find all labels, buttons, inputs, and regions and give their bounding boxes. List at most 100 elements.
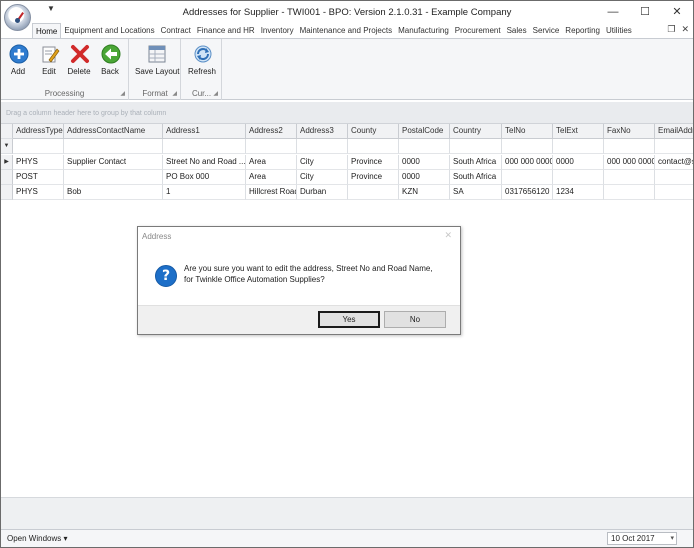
tab-inventory[interactable]: Inventory <box>258 23 297 39</box>
table-cell[interactable] <box>604 185 655 200</box>
mdi-close-button[interactable]: ✕ <box>681 24 689 35</box>
tab-manufacturing[interactable]: Manufacturing <box>395 23 452 39</box>
ribbon-group-format: Save Layout Format ◢ <box>130 39 181 100</box>
tab-contract[interactable]: Contract <box>158 23 194 39</box>
table-cell[interactable]: SA <box>450 185 502 200</box>
filter-cell[interactable] <box>348 139 399 154</box>
column-header-county[interactable]: County <box>348 124 399 139</box>
filter-cell[interactable] <box>655 139 693 154</box>
table-cell[interactable]: 000 000 0000 <box>604 155 655 170</box>
table-cell[interactable]: POST <box>13 170 64 185</box>
column-header-telext[interactable]: TelExt <box>553 124 604 139</box>
filter-icon[interactable]: ▼ <box>1 139 13 154</box>
table-cell[interactable]: South Africa <box>450 155 502 170</box>
table-cell[interactable]: Bob <box>64 185 163 200</box>
table-cell[interactable] <box>604 170 655 185</box>
tab-maintenance-and-projects[interactable]: Maintenance and Projects <box>297 23 396 39</box>
table-cell[interactable]: South Africa <box>450 170 502 185</box>
mdi-restore-button[interactable]: ❐ <box>667 24 675 35</box>
table-cell[interactable]: Durban <box>297 185 348 200</box>
processing-launcher-icon[interactable]: ◢ <box>120 90 125 97</box>
filter-cell[interactable] <box>13 139 64 154</box>
table-cell[interactable]: Supplier Contact <box>64 155 163 170</box>
filter-cell[interactable] <box>246 139 297 154</box>
table-cell[interactable]: Province <box>348 170 399 185</box>
filter-cell[interactable] <box>64 139 163 154</box>
table-cell[interactable]: 0000 <box>553 155 604 170</box>
table-cell[interactable]: contact@s <box>655 155 693 170</box>
column-header-address3[interactable]: Address3 <box>297 124 348 139</box>
close-window-button[interactable]: ✕ <box>665 3 689 21</box>
filter-cell[interactable] <box>450 139 502 154</box>
table-cell[interactable]: 0000 <box>399 155 450 170</box>
table-cell[interactable]: City <box>297 170 348 185</box>
app-logo-icon[interactable] <box>4 4 31 31</box>
date-picker[interactable]: 10 Oct 2017 ▾ <box>607 532 677 545</box>
table-row[interactable]: POST PO Box 000 Area City Province 0000 … <box>1 170 693 185</box>
tab-equipment-and-locations[interactable]: Equipment and Locations <box>61 23 157 39</box>
table-row[interactable]: ▶ PHYS Supplier Contact Street No and Ro… <box>1 155 693 170</box>
table-cell[interactable]: 000 000 0000 <box>502 155 553 170</box>
save-layout-label: Save Layout <box>135 67 180 76</box>
column-header-telno[interactable]: TelNo <box>502 124 553 139</box>
table-cell[interactable]: KZN <box>399 185 450 200</box>
column-header-addresstype[interactable]: AddressType <box>13 124 64 139</box>
table-cell[interactable] <box>553 170 604 185</box>
table-cell[interactable] <box>64 170 163 185</box>
filter-cell[interactable] <box>163 139 246 154</box>
table-cell[interactable]: Area <box>246 155 297 170</box>
refresh-button[interactable]: Refresh <box>187 41 217 79</box>
tab-procurement[interactable]: Procurement <box>452 23 504 39</box>
minimize-button[interactable]: — <box>601 3 625 21</box>
tab-reporting[interactable]: Reporting <box>562 23 603 39</box>
ribbon-group-current: Refresh Cur... ◢ <box>182 39 222 100</box>
tab-home[interactable]: Home <box>32 23 62 39</box>
table-cell[interactable]: City <box>297 155 348 170</box>
table-cell[interactable]: 1234 <box>553 185 604 200</box>
grid-filter-row: ▼ <box>1 139 693 154</box>
open-windows-button[interactable]: Open Windows ▾ <box>7 534 67 543</box>
tab-service[interactable]: Service <box>530 23 563 39</box>
save-layout-button[interactable]: Save Layout <box>135 41 179 79</box>
table-cell[interactable] <box>655 185 693 200</box>
table-cell[interactable]: Street No and Road ... <box>163 155 246 170</box>
table-row[interactable]: PHYS Bob 1 Hillcrest Road Durban KZN SA … <box>1 185 693 200</box>
table-cell[interactable]: Hillcrest Road <box>246 185 297 200</box>
table-cell[interactable]: Area <box>246 170 297 185</box>
column-header-faxno[interactable]: FaxNo <box>604 124 655 139</box>
column-header-emailaddress[interactable]: EmailAddress <box>655 124 693 139</box>
chevron-down-icon[interactable]: ▾ <box>670 533 674 545</box>
filter-cell[interactable] <box>502 139 553 154</box>
column-header-postalcode[interactable]: PostalCode <box>399 124 450 139</box>
table-cell[interactable]: PHYS <box>13 155 64 170</box>
table-cell[interactable]: 0317656120 <box>502 185 553 200</box>
maximize-button[interactable]: ☐ <box>633 3 657 21</box>
table-cell[interactable]: PHYS <box>13 185 64 200</box>
row-header <box>1 170 13 185</box>
table-cell[interactable]: PO Box 000 <box>163 170 246 185</box>
yes-button[interactable]: Yes <box>318 311 380 328</box>
column-header-address1[interactable]: Address1 <box>163 124 246 139</box>
table-cell[interactable]: 1 <box>163 185 246 200</box>
column-header-address2[interactable]: Address2 <box>246 124 297 139</box>
tab-finance-and-hr[interactable]: Finance and HR <box>194 23 258 39</box>
table-cell[interactable] <box>502 170 553 185</box>
back-button[interactable]: Back <box>95 41 125 79</box>
column-header-addresscontactname[interactable]: AddressContactName <box>64 124 163 139</box>
filter-cell[interactable] <box>399 139 450 154</box>
tab-utilities[interactable]: Utilities <box>603 23 635 39</box>
table-cell[interactable]: Province <box>348 155 399 170</box>
format-launcher-icon[interactable]: ◢ <box>172 90 177 97</box>
filter-cell[interactable] <box>297 139 348 154</box>
current-launcher-icon[interactable]: ◢ <box>213 90 218 97</box>
tab-sales[interactable]: Sales <box>504 23 530 39</box>
table-cell[interactable] <box>348 185 399 200</box>
table-cell[interactable] <box>655 170 693 185</box>
dialog-close-button[interactable]: ✕ <box>444 230 452 241</box>
filter-cell[interactable] <box>604 139 655 154</box>
no-button[interactable]: No <box>384 311 446 328</box>
column-header-country[interactable]: Country <box>450 124 502 139</box>
table-cell[interactable]: 0000 <box>399 170 450 185</box>
group-by-panel[interactable]: Drag a column header here to group by th… <box>1 102 693 124</box>
filter-cell[interactable] <box>553 139 604 154</box>
